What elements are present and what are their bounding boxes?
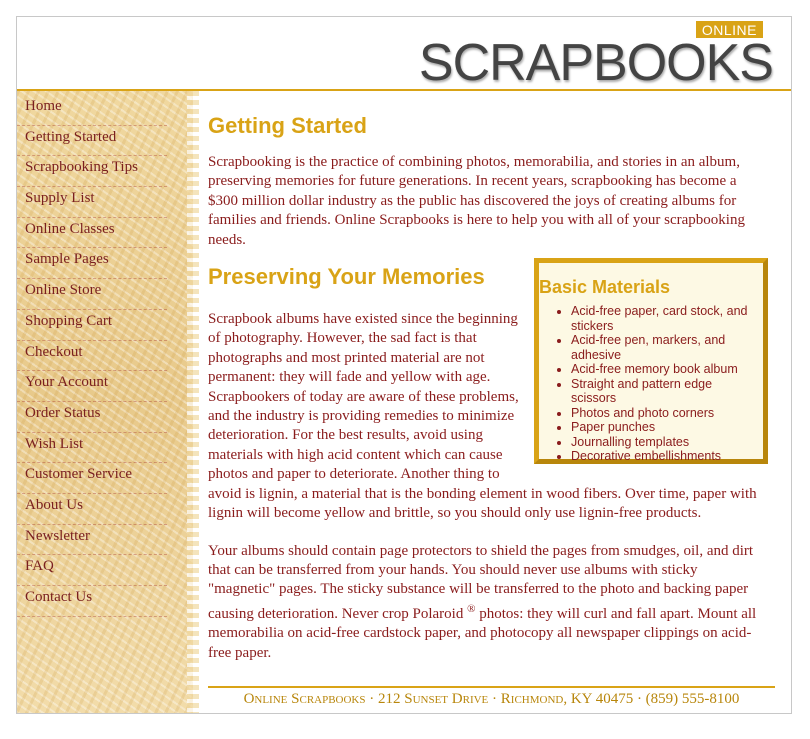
main-content: Getting Started Scrapbooking is the prac…: [208, 91, 768, 663]
site-logo[interactable]: SCRAPBOOKS: [419, 37, 774, 89]
sidebar-item-checkout[interactable]: Checkout: [17, 341, 167, 372]
list-item: Acid-free memory book album: [571, 362, 753, 377]
site-header: ONLINE SCRAPBOOKS: [17, 17, 791, 91]
sidebar-item-online-store[interactable]: Online Store: [17, 279, 167, 310]
list-item: Paper punches: [571, 420, 753, 435]
sidebar-item-shopping-cart[interactable]: Shopping Cart: [17, 310, 167, 341]
site-footer: Online Scrapbooks · 212 Sunset Drive · R…: [208, 686, 775, 708]
sidebar-item-faq[interactable]: FAQ: [17, 555, 167, 586]
sidebar-item-customer-service[interactable]: Customer Service: [17, 463, 167, 494]
list-item: Straight and pattern edge scissors: [571, 377, 753, 406]
sidebar-item-your-account[interactable]: Your Account: [17, 371, 167, 402]
sidebar: Home Getting Started Scrapbooking Tips S…: [17, 91, 199, 713]
sidebar-item-scrapbooking-tips[interactable]: Scrapbooking Tips: [17, 156, 167, 188]
sidebar-nav: Home Getting Started Scrapbooking Tips S…: [17, 91, 193, 617]
page-container: ONLINE SCRAPBOOKS Home Getting Started S…: [16, 16, 792, 714]
sidebar-item-getting-started[interactable]: Getting Started: [17, 126, 167, 157]
page-title: Getting Started: [208, 113, 367, 138]
list-item: Photos and photo corners: [571, 406, 753, 421]
intro-paragraph: Scrapbooking is the practice of combinin…: [208, 154, 745, 248]
list-item: Acid-free pen, markers, and adhesive: [571, 333, 753, 362]
list-item: Journalling templates: [571, 435, 753, 450]
sidebar-item-about-us[interactable]: About Us: [17, 494, 167, 525]
basic-materials-title: Basic Materials: [539, 277, 671, 298]
list-item: Decorative embellishments: [571, 449, 753, 464]
sidebar-item-contact-us[interactable]: Contact Us: [17, 586, 167, 617]
sidebar-item-supply-list[interactable]: Supply List: [17, 187, 167, 218]
basic-materials-list: Acid-free paper, card stock, and sticker…: [539, 304, 753, 464]
page-protectors-paragraph: Your albums should contain page protecto…: [208, 542, 768, 663]
sidebar-item-order-status[interactable]: Order Status: [17, 402, 167, 433]
sidebar-item-online-classes[interactable]: Online Classes: [17, 218, 167, 249]
sidebar-item-wish-list[interactable]: Wish List: [17, 433, 167, 464]
sidebar-item-sample-pages[interactable]: Sample Pages: [17, 248, 167, 280]
list-item: Acid-free paper, card stock, and sticker…: [571, 304, 753, 333]
basic-materials-box: Basic Materials Acid-free paper, card st…: [534, 258, 768, 465]
sidebar-item-home[interactable]: Home: [17, 95, 167, 126]
sidebar-item-newsletter[interactable]: Newsletter: [17, 525, 167, 556]
